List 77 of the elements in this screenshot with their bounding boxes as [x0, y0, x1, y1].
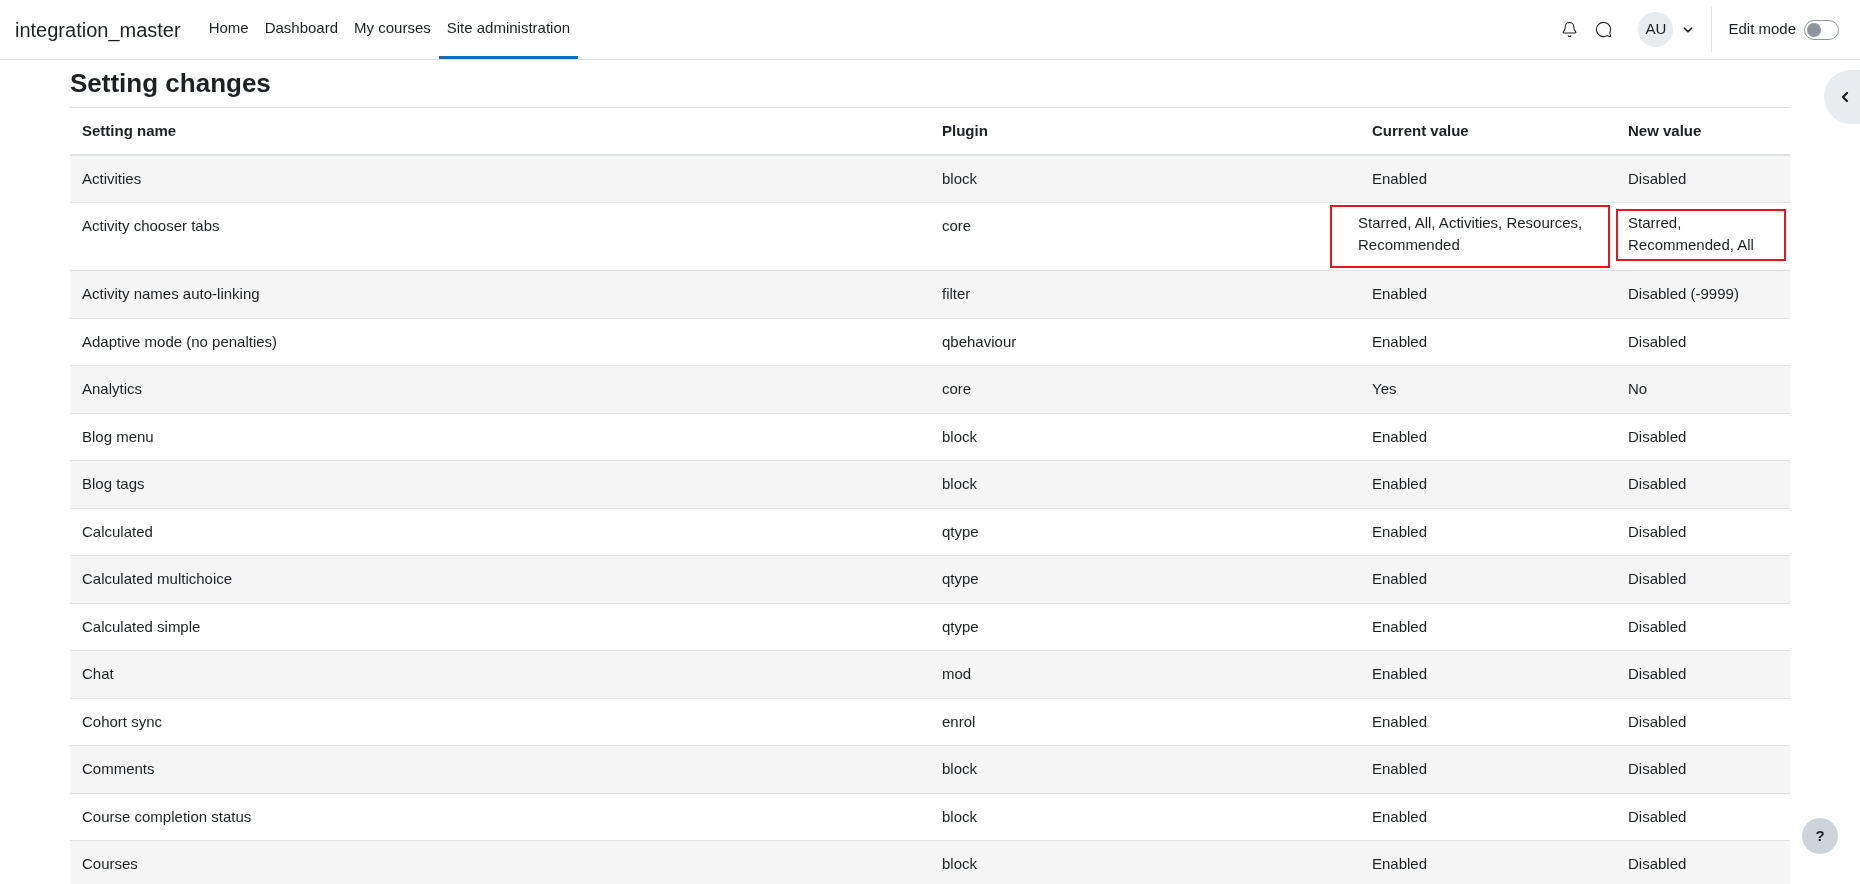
- nav-link[interactable]: Home: [200, 0, 257, 59]
- table-cell-text: Enabled: [1372, 711, 1429, 732]
- table-cell: enrol: [942, 712, 976, 730]
- table-cell: Chat: [82, 665, 114, 682]
- table-cell-text: Enabled: [1372, 616, 1429, 637]
- table-cell: block: [942, 427, 978, 445]
- table-cell-text: Disabled: [1628, 806, 1688, 827]
- table-cell: Calculated multichoice: [82, 570, 233, 587]
- table-cell: core: [942, 380, 972, 397]
- table-cell-text: Disabled: [1628, 569, 1688, 589]
- drawer-toggle-button[interactable]: [1824, 70, 1860, 124]
- column-header: New value: [1628, 121, 1702, 139]
- help-button[interactable]: ?: [1802, 818, 1838, 854]
- nav-link[interactable]: My courses: [346, 0, 439, 59]
- table-cell-text: Disabled (-9999): [1628, 284, 1740, 304]
- table-cell: filter: [942, 285, 971, 302]
- table-cell: Blog tags: [82, 475, 145, 492]
- table-cell-text: Enabled: [1372, 474, 1429, 494]
- table-cell: block: [942, 475, 978, 492]
- notification-bell-icon[interactable]: [1561, 21, 1579, 38]
- column-header: Plugin: [942, 121, 988, 139]
- table-cell-text: Disabled: [1628, 331, 1688, 352]
- table-cell-text: Enabled: [1372, 854, 1429, 874]
- table-cell-text: No: [1628, 379, 1649, 399]
- table-cell: qtype: [942, 522, 979, 540]
- table-cell: Calculated: [82, 522, 153, 540]
- table-cell: Course completion status: [82, 807, 252, 825]
- table-cell-text: Enabled: [1372, 521, 1429, 542]
- table-cell: Analytics: [82, 380, 143, 397]
- table-cell: Starred, All, Activities, Resources, Recommended: [1330, 205, 1610, 268]
- table-cell-text: Enabled: [1372, 664, 1429, 684]
- table-cell: Comments: [82, 760, 155, 777]
- table-cell: Activity chooser tabs: [82, 217, 220, 234]
- table-cell: Courses: [82, 855, 138, 872]
- table-cell: Activities: [82, 169, 142, 187]
- user-avatar[interactable]: AU: [1638, 12, 1674, 47]
- table-cell-text: Enabled: [1372, 284, 1429, 304]
- table-cell: mod: [942, 665, 972, 682]
- edit-mode-label: Edit mode: [1728, 19, 1796, 40]
- nav-link[interactable]: Dashboard: [256, 0, 347, 59]
- nav-link[interactable]: Site administration: [438, 0, 579, 59]
- table-cell: qtype: [942, 617, 979, 635]
- table-cell: Adaptive mode (no penalties): [82, 332, 278, 350]
- table-cell-text: Disabled: [1628, 854, 1688, 874]
- table-cell-text: Disabled: [1628, 474, 1688, 494]
- table-cell-text: Enabled: [1372, 759, 1429, 779]
- table-cell-text: Enabled: [1372, 331, 1429, 352]
- table-cell: Blog menu: [82, 427, 154, 445]
- table-cell: block: [942, 169, 978, 187]
- table-cell-text: Enabled: [1372, 569, 1429, 589]
- page-heading: Setting changes: [70, 67, 272, 100]
- table-cell-text: Disabled: [1628, 168, 1688, 189]
- table-cell: qbehaviour: [942, 332, 1017, 350]
- table-cell: Starred, Recommended, All: [1616, 209, 1786, 261]
- table-cell: Cohort sync: [82, 712, 163, 730]
- table-cell: core: [942, 217, 972, 234]
- table-cell-text: Enabled: [1372, 426, 1429, 447]
- column-header: Current value: [1372, 121, 1469, 139]
- chat-bubble-icon[interactable]: [1595, 21, 1613, 38]
- table-cell: block: [942, 855, 978, 872]
- column-header: Setting name: [82, 121, 177, 139]
- table-cell-text: Disabled: [1628, 664, 1688, 684]
- table-cell-text: Disabled: [1628, 521, 1688, 542]
- table-cell-text: Enabled: [1372, 168, 1429, 189]
- site-name[interactable]: integration_master: [15, 14, 181, 45]
- table-cell-text: Disabled: [1628, 759, 1688, 779]
- table-cell: block: [942, 760, 978, 777]
- table-cell-text: Enabled: [1372, 806, 1429, 827]
- table-cell: qtype: [942, 570, 979, 587]
- table-cell-text: Disabled: [1628, 616, 1688, 637]
- table-cell-text: Yes: [1372, 379, 1398, 399]
- table-cell: Activity names auto-linking: [82, 285, 260, 302]
- table-cell: block: [942, 807, 978, 825]
- table-cell-text: Disabled: [1628, 711, 1688, 732]
- table-cell-text: Disabled: [1628, 426, 1688, 447]
- table-cell: Calculated simple: [82, 617, 201, 635]
- edit-mode-toggle[interactable]: [1804, 19, 1839, 40]
